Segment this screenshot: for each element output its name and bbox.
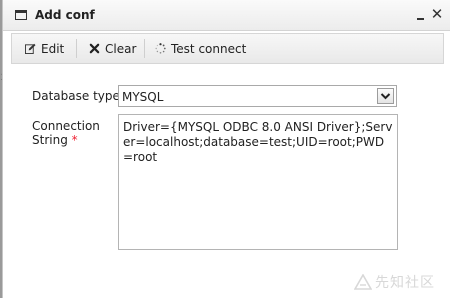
chevron-down-icon xyxy=(380,93,391,100)
minimize-button[interactable] xyxy=(414,6,428,22)
dialog-titlebar[interactable]: Add conf ✕ xyxy=(3,0,450,31)
test-connect-button[interactable]: Test connect xyxy=(155,34,246,63)
edit-button[interactable]: Edit xyxy=(25,34,64,63)
toolbar-divider xyxy=(76,39,77,58)
spinner-icon xyxy=(155,43,166,54)
connection-label-line2: String xyxy=(32,133,68,147)
dialog-title: Add conf xyxy=(35,8,95,22)
test-connect-label: Test connect xyxy=(171,41,247,56)
add-conf-dialog: Add conf ✕ Edit Clear Test connect Datab… xyxy=(2,0,451,298)
connection-label-line1: Connection xyxy=(32,119,100,133)
watermark-text: 先知社区 xyxy=(375,275,435,291)
watermark-logo-icon xyxy=(354,274,372,290)
window-icon xyxy=(15,10,27,20)
edit-icon xyxy=(25,43,36,54)
clear-label: Clear xyxy=(105,41,137,56)
clear-button[interactable]: Clear xyxy=(89,34,136,63)
close-button[interactable]: ✕ xyxy=(430,6,444,22)
required-marker: * xyxy=(71,133,78,147)
database-type-select[interactable]: MYSQL xyxy=(118,85,397,107)
edit-label: Edit xyxy=(41,41,65,56)
database-type-value: MYSQL xyxy=(122,90,164,104)
connection-string-label: Connection String * xyxy=(32,119,100,147)
toolbar-divider xyxy=(144,39,145,58)
select-arrow-button[interactable] xyxy=(377,88,394,104)
toolbar: Edit Clear Test connect xyxy=(11,33,444,64)
watermark: 先知社区 xyxy=(354,272,435,292)
clear-icon xyxy=(89,43,100,54)
database-type-label: Database type xyxy=(32,89,120,103)
connection-string-input[interactable]: Driver={MYSQL ODBC 8.0 ANSI Driver};Serv… xyxy=(118,114,398,250)
